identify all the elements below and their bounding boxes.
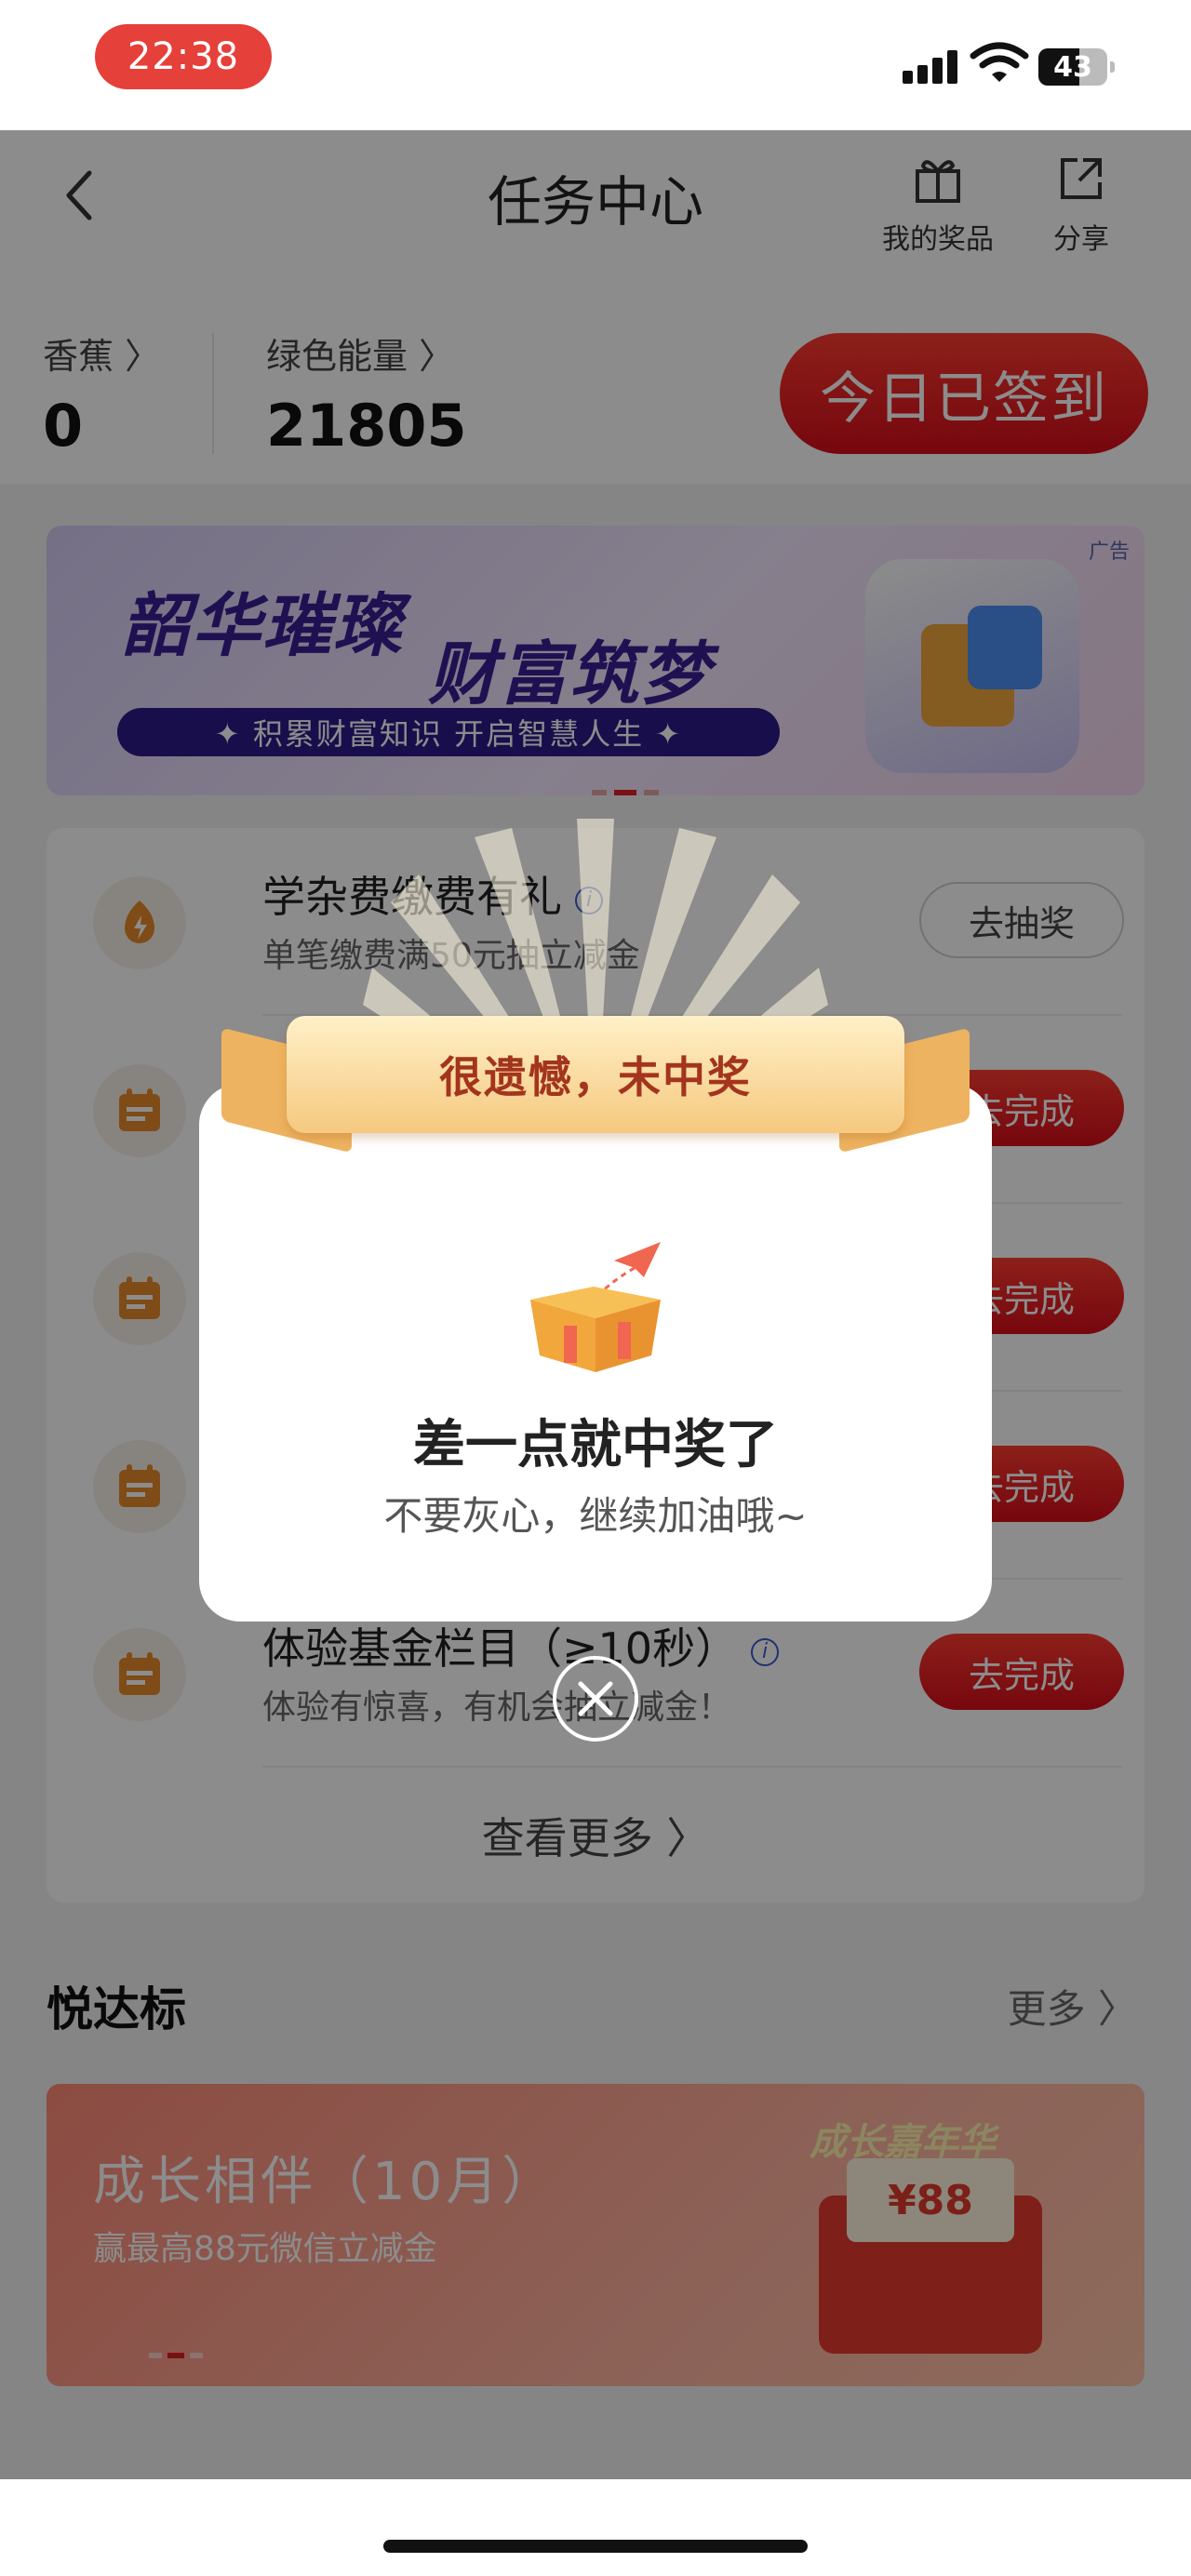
close-icon bbox=[578, 1681, 613, 1716]
status-time: 22:38 bbox=[95, 24, 272, 89]
result-ribbon: 很遗憾，未中奖 bbox=[287, 1016, 904, 1133]
cellular-signal-icon bbox=[903, 47, 958, 84]
home-indicator[interactable] bbox=[383, 2540, 808, 2553]
battery-level: 43 bbox=[1053, 50, 1092, 84]
dialog-main-text: 差一点就中奖了 bbox=[413, 1415, 778, 1475]
battery-icon: 43 bbox=[1038, 48, 1115, 86]
dialog-sub-text: 不要灰心，继续加油哦~ bbox=[383, 1493, 808, 1539]
close-dialog-button[interactable] bbox=[553, 1656, 638, 1742]
wifi-icon bbox=[970, 42, 1029, 82]
ribbon-title: 很遗憾，未中奖 bbox=[439, 1052, 752, 1102]
open-box-icon bbox=[530, 1242, 661, 1372]
status-bar: 22:38 43 bbox=[0, 0, 1191, 130]
home-indicator-area bbox=[0, 2479, 1191, 2576]
